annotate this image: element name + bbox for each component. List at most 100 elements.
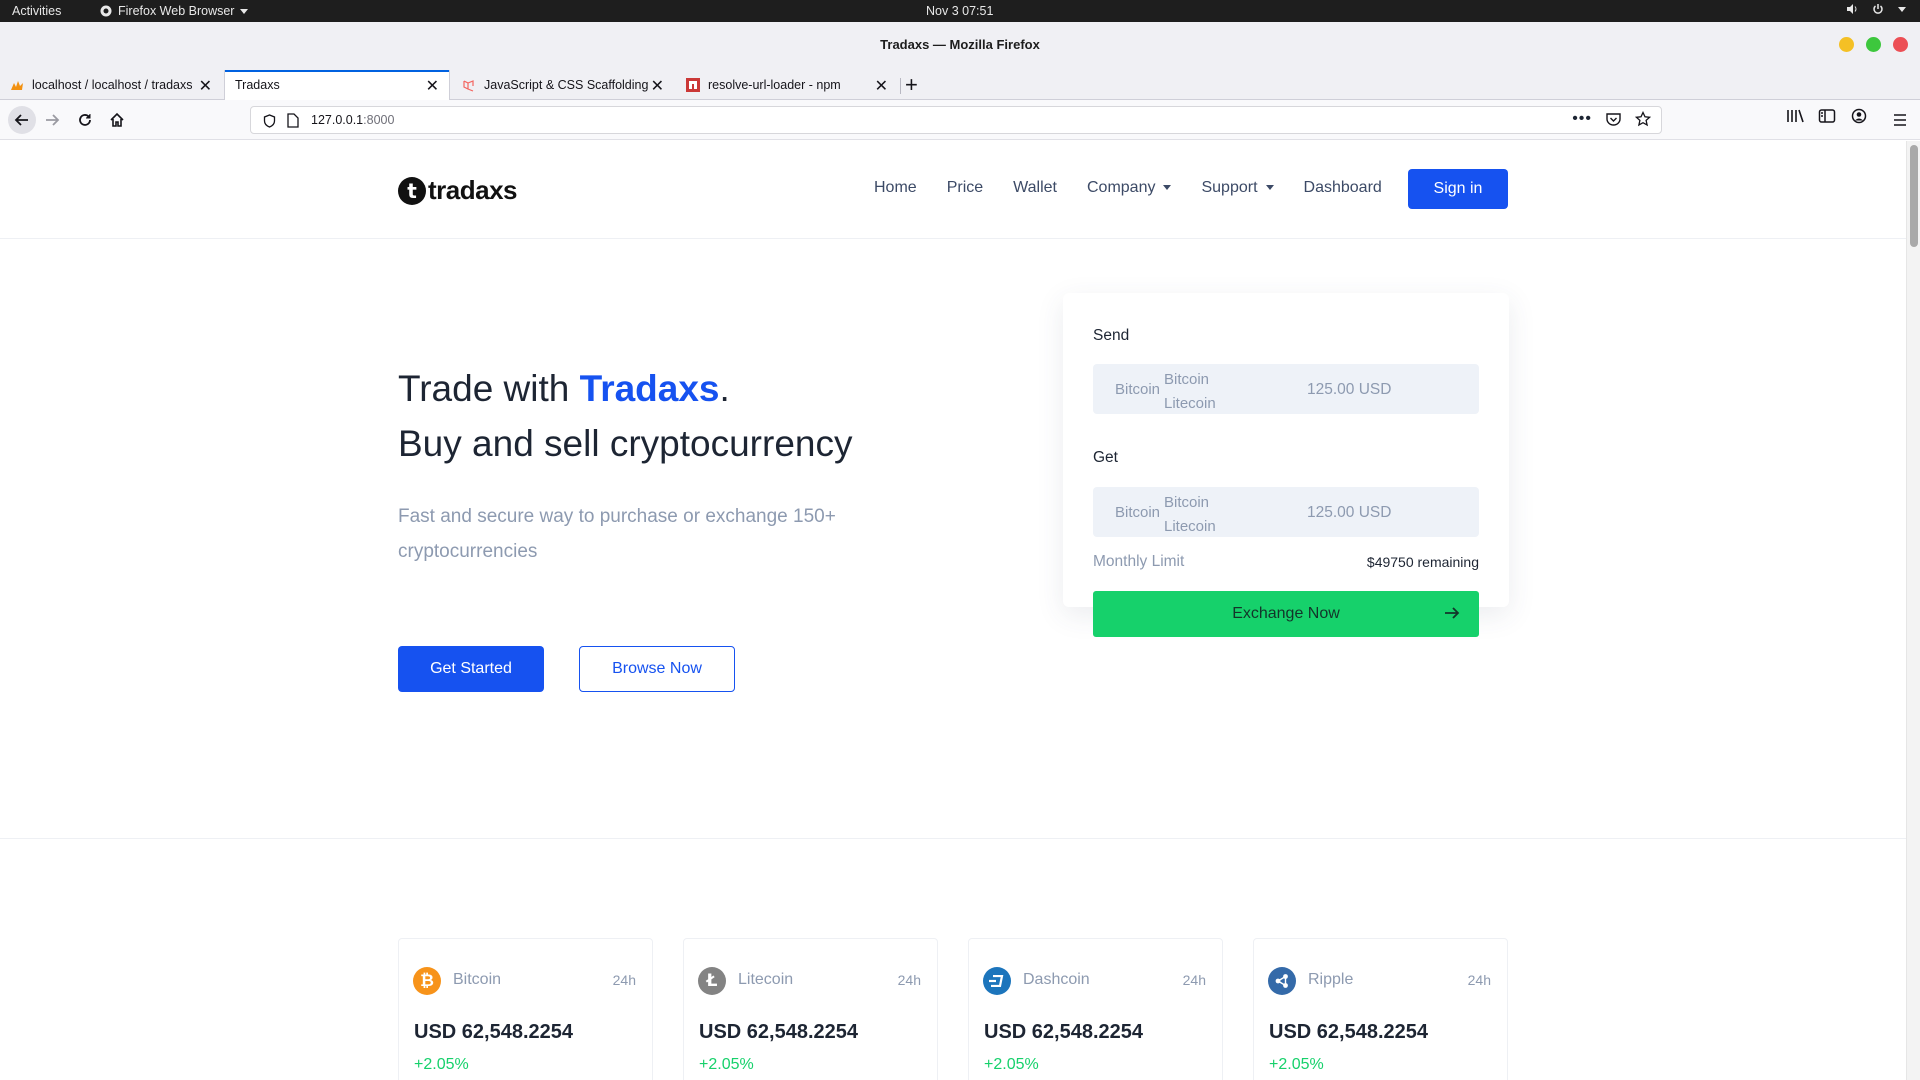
- window-titlebar: Tradaxs — Mozilla Firefox: [0, 22, 1920, 68]
- main-menu: Home Price Wallet Company Support Dashbo…: [874, 179, 1382, 197]
- get-option-bitcoin[interactable]: Bitcoin: [1164, 491, 1216, 515]
- page-actions-icon[interactable]: •••: [1572, 111, 1592, 127]
- page-icon[interactable]: [287, 113, 299, 128]
- chevron-down-icon: [240, 8, 249, 14]
- phpmyadmin-favicon-icon: [11, 81, 23, 90]
- coin-period: 24h: [897, 972, 921, 988]
- get-currency-select[interactable]: Bitcoin: [1115, 504, 1160, 521]
- ripple-icon: [1268, 967, 1296, 995]
- coin-card-ripple[interactable]: Ripple 24h USD 62,548.2254 +2.05%: [1253, 938, 1508, 1080]
- get-started-button[interactable]: Get Started: [398, 646, 544, 692]
- menu-item-home[interactable]: Home: [874, 179, 917, 197]
- sidebar-icon[interactable]: [1818, 108, 1836, 124]
- coin-change: +2.05%: [1269, 1056, 1324, 1073]
- volume-icon: [1847, 4, 1857, 14]
- library-icon[interactable]: [1786, 108, 1804, 124]
- pocket-icon[interactable]: [1606, 112, 1621, 126]
- hamburger-menu-icon: [1894, 114, 1906, 126]
- coin-price: USD 62,548.2254: [699, 1021, 859, 1043]
- coin-period: 24h: [1467, 972, 1491, 988]
- send-currency-options[interactable]: Bitcoin Litecoin: [1164, 368, 1216, 416]
- close-window-button[interactable]: [1893, 37, 1908, 52]
- litecoin-icon: Ł: [698, 967, 726, 995]
- app-menu-button[interactable]: [1888, 108, 1912, 132]
- coin-card-bitcoin[interactable]: ₿ Bitcoin 24h USD 62,548.2254 +2.05%: [398, 938, 653, 1080]
- menu-item-wallet[interactable]: Wallet: [1013, 179, 1057, 197]
- close-tab-icon[interactable]: ✕: [875, 76, 888, 96]
- navigation-toolbar: 127.0.0.1:8000 •••: [0, 100, 1920, 140]
- hero-subtitle: Fast and secure way to purchase or excha…: [398, 506, 836, 562]
- page-scrollbar[interactable]: [1906, 141, 1920, 1080]
- coin-card-litecoin[interactable]: Ł Litecoin 24h USD 62,548.2254 +2.05%: [683, 938, 938, 1080]
- window-controls: [1839, 37, 1908, 52]
- system-top-bar: Activities Firefox Web Browser Nov 3 07:…: [0, 0, 1920, 22]
- maximize-button[interactable]: [1866, 37, 1881, 52]
- forward-button[interactable]: [40, 108, 64, 132]
- system-tray[interactable]: [1846, 3, 1906, 15]
- clock[interactable]: Nov 3 07:51: [926, 4, 993, 18]
- close-tab-icon[interactable]: ✕: [199, 76, 212, 96]
- send-amount-input[interactable]: 125.00 USD: [1307, 381, 1391, 399]
- section-divider: [0, 838, 1906, 839]
- coin-card-dashcoin[interactable]: Dashcoin 24h USD 62,548.2254 +2.05%: [968, 938, 1223, 1080]
- new-tab-plus-icon[interactable]: +: [905, 72, 918, 98]
- send-option-litecoin[interactable]: Litecoin: [1164, 392, 1216, 416]
- get-option-litecoin[interactable]: Litecoin: [1164, 515, 1216, 539]
- window-title: Tradaxs — Mozilla Firefox: [880, 37, 1040, 52]
- coin-change: +2.05%: [414, 1056, 469, 1073]
- account-icon[interactable]: [1850, 108, 1868, 124]
- scrollbar-thumb[interactable]: [1910, 145, 1918, 247]
- sign-in-button[interactable]: Sign in: [1408, 169, 1508, 209]
- activities-button[interactable]: Activities: [12, 4, 61, 18]
- bookmark-star-icon[interactable]: [1635, 111, 1651, 127]
- hero-heading-line2: Buy and sell cryptocurrency: [398, 423, 853, 464]
- exchange-card: Send Bitcoin Bitcoin Litecoin 125.00 USD…: [1063, 293, 1509, 637]
- browse-now-button[interactable]: Browse Now: [579, 646, 735, 692]
- tab-separator: [900, 78, 901, 94]
- url-bar[interactable]: 127.0.0.1:8000 •••: [250, 106, 1662, 134]
- logo-text: tradaxs: [428, 175, 518, 205]
- coin-change: +2.05%: [984, 1056, 1039, 1073]
- url-host: 127.0.0.1: [311, 113, 364, 127]
- tab-npm[interactable]: resolve-url-loader - npm ✕: [676, 70, 898, 100]
- arrow-left-icon: [14, 114, 28, 126]
- app-menu[interactable]: Firefox Web Browser: [100, 4, 249, 18]
- site-logo[interactable]: t tradaxs: [398, 175, 518, 206]
- monthly-limit-label: Monthly Limit: [1093, 553, 1185, 570]
- menu-item-company[interactable]: Company: [1087, 179, 1172, 197]
- chevron-down-icon: [1265, 185, 1274, 191]
- tab-strip: localhost / localhost / tradaxs ✕ Tradax…: [0, 68, 1920, 100]
- tab-phpmyadmin[interactable]: localhost / localhost / tradaxs ✕: [0, 70, 222, 100]
- reload-button[interactable]: [73, 108, 97, 132]
- send-option-bitcoin[interactable]: Bitcoin: [1164, 368, 1216, 392]
- back-button[interactable]: [8, 106, 36, 134]
- url-text[interactable]: 127.0.0.1:8000: [311, 113, 394, 127]
- coin-price: USD 62,548.2254: [984, 1021, 1144, 1043]
- close-tab-icon[interactable]: ✕: [426, 76, 439, 96]
- menu-item-price[interactable]: Price: [947, 179, 983, 197]
- tracking-shield-icon[interactable]: [263, 114, 276, 128]
- hero-heading: Trade with Tradaxs. Buy and sell cryptoc…: [398, 361, 852, 471]
- minimize-button[interactable]: [1839, 37, 1854, 52]
- get-amount-input[interactable]: 125.00 USD: [1307, 504, 1391, 522]
- menu-item-support[interactable]: Support: [1201, 179, 1274, 197]
- close-tab-icon[interactable]: ✕: [651, 76, 664, 96]
- power-icon: [1873, 4, 1883, 14]
- home-icon: [110, 112, 124, 127]
- npm-favicon-icon: [686, 78, 700, 92]
- exchange-now-button[interactable]: Exchange Now: [1093, 591, 1479, 637]
- site-header: t tradaxs Home Price Wallet Company Supp…: [0, 141, 1906, 239]
- hero-heading-prefix: Trade with: [398, 368, 580, 409]
- tab-tradaxs[interactable]: Tradaxs ✕: [224, 70, 450, 100]
- get-currency-options[interactable]: Bitcoin Litecoin: [1164, 491, 1216, 539]
- reload-icon: [79, 114, 91, 126]
- tab-laravel-mix[interactable]: JavaScript & CSS Scaffolding ✕: [452, 70, 674, 100]
- arrow-right-icon: [46, 114, 60, 126]
- home-button[interactable]: [105, 108, 129, 132]
- url-actions: •••: [1572, 111, 1651, 127]
- tab-label: resolve-url-loader - npm: [708, 78, 841, 92]
- send-currency-select[interactable]: Bitcoin: [1115, 381, 1160, 398]
- menu-item-company-label: Company: [1087, 179, 1156, 196]
- menu-item-dashboard[interactable]: Dashboard: [1304, 179, 1382, 197]
- url-port: :8000: [363, 113, 395, 127]
